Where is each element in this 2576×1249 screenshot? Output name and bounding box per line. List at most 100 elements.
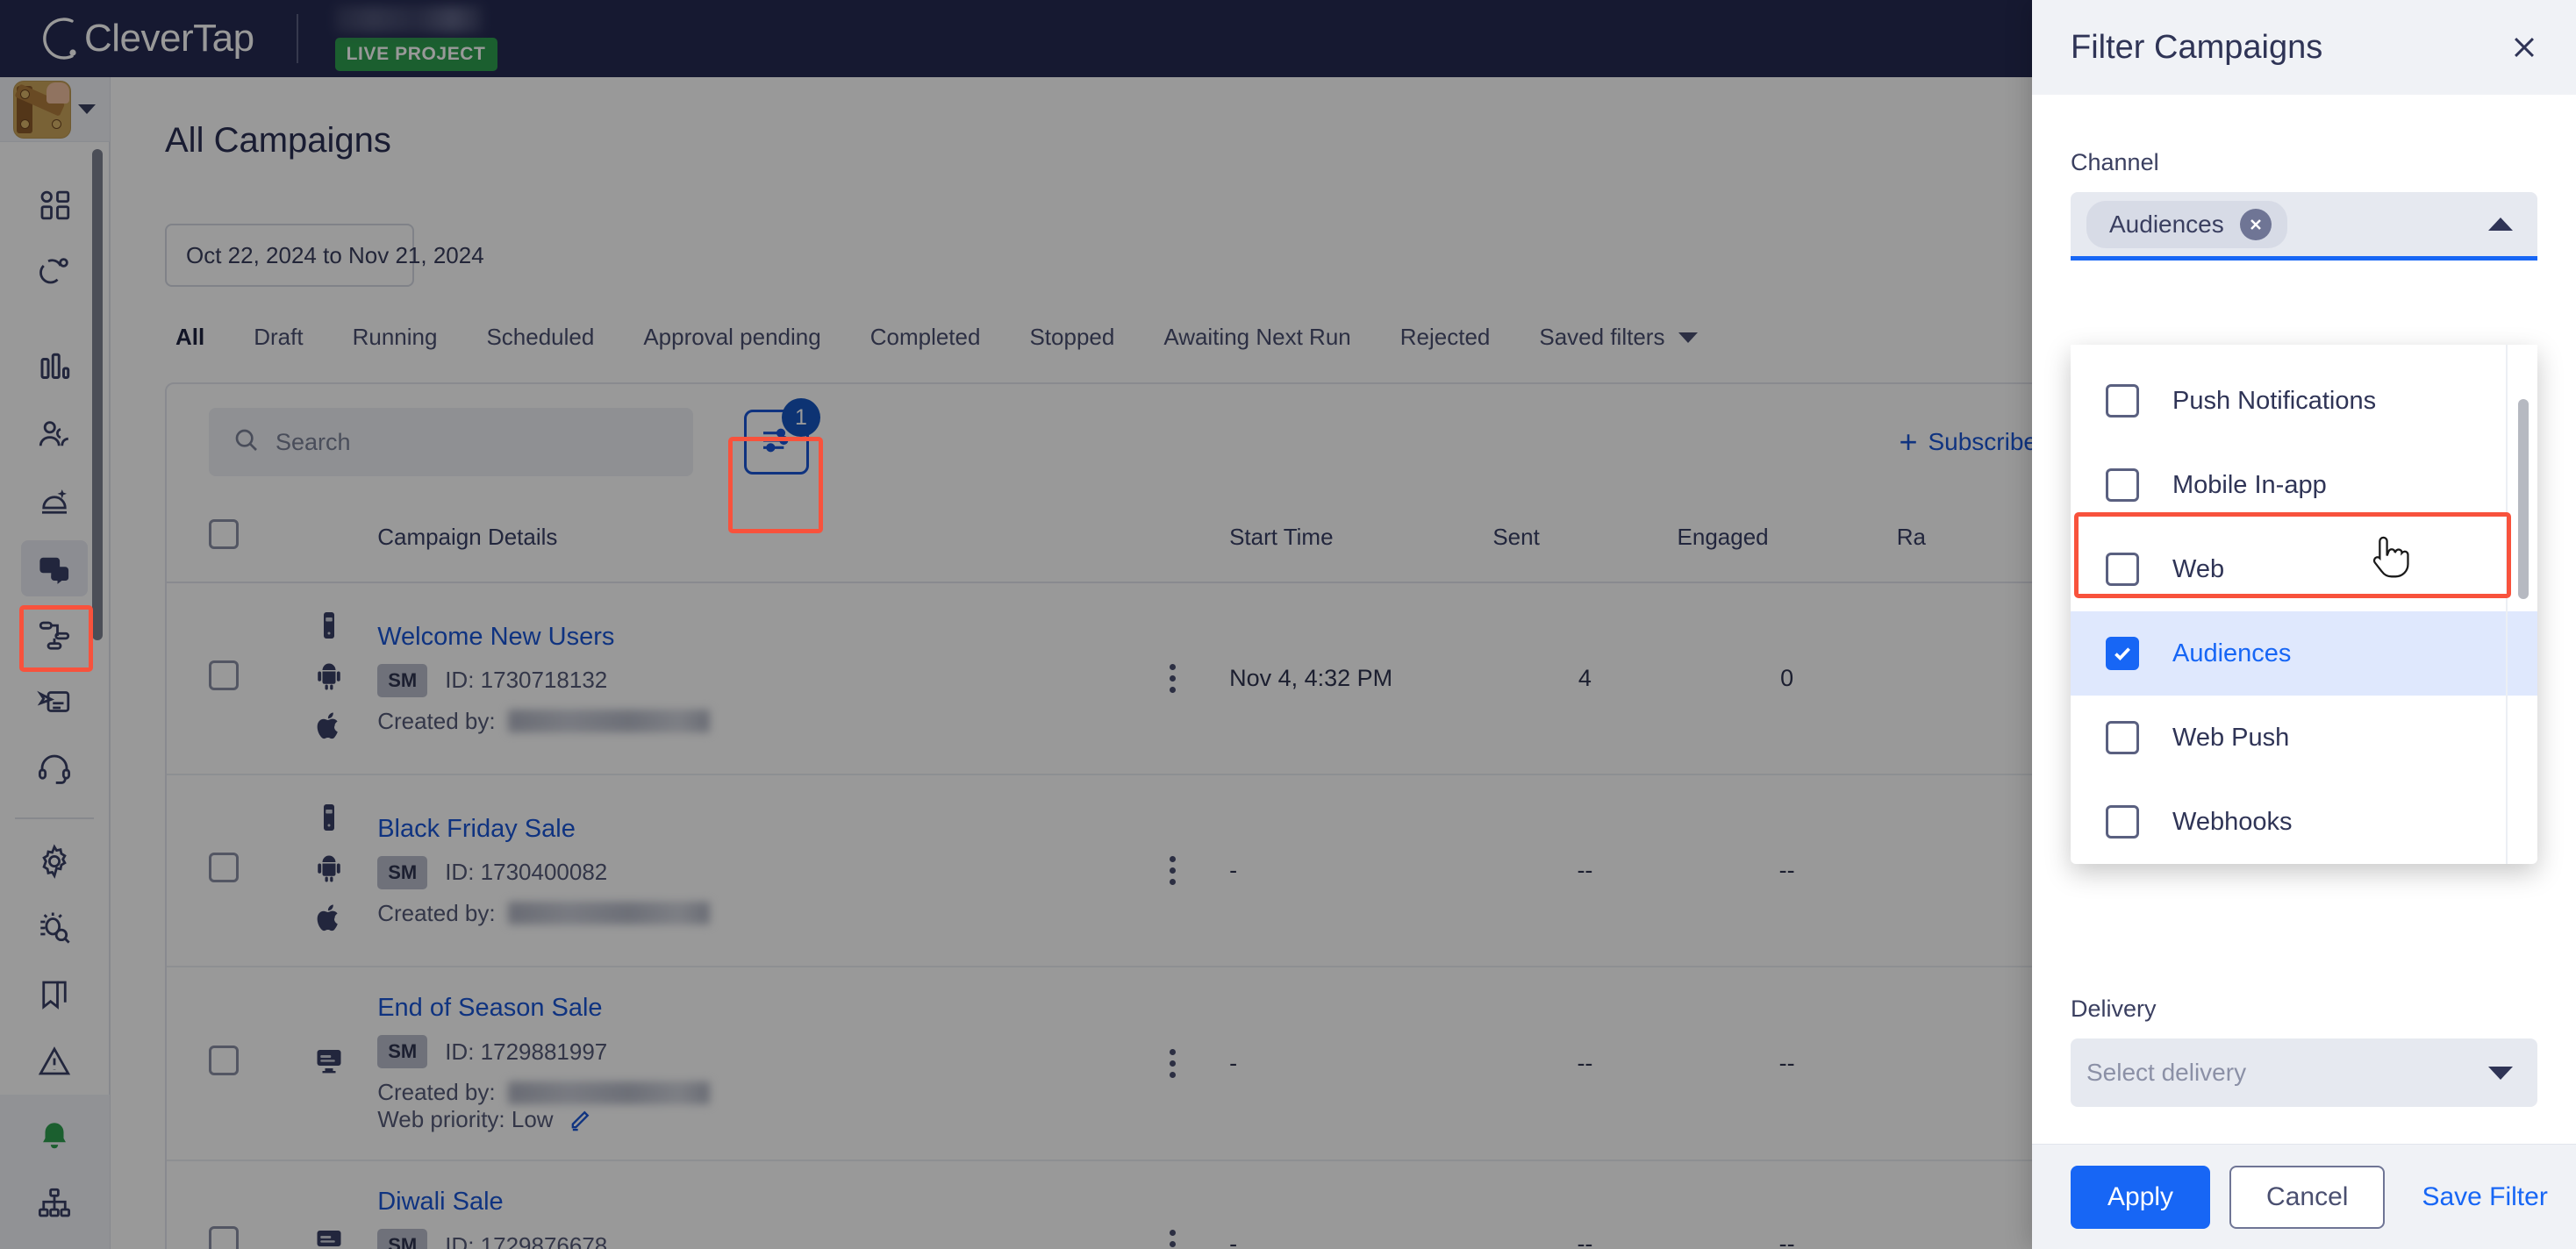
filter-button[interactable]: 1 xyxy=(744,398,820,475)
search-input[interactable]: Search xyxy=(209,408,693,476)
option-checkbox[interactable] xyxy=(2106,384,2139,418)
plus-icon: + xyxy=(1899,424,1918,460)
select-all-checkbox[interactable] xyxy=(209,519,240,549)
campaign-name-link[interactable]: Diwali Sale xyxy=(377,1188,1115,1217)
row-checkbox[interactable] xyxy=(209,853,240,882)
campaign-id: ID: 1729881997 xyxy=(445,1038,608,1065)
sidebar-item-notifications[interactable] xyxy=(21,1109,88,1165)
chevron-down-icon[interactable] xyxy=(78,104,96,114)
channel-select[interactable]: Audiences xyxy=(2071,192,2537,261)
panel-toolbar: Search 1 + Subscribe xyxy=(167,384,2072,500)
saved-filters-dropdown[interactable]: Saved filters xyxy=(1514,324,1722,351)
option-web-push[interactable]: Web Push xyxy=(2071,696,2537,780)
date-range-value: Oct 22, 2024 to Nov 21, 2024 xyxy=(186,241,484,268)
option-checkbox[interactable] xyxy=(2106,468,2139,502)
campaign-type-badge: SM xyxy=(377,1035,428,1068)
tab-awaiting-next-run[interactable]: Awaiting Next Run xyxy=(1139,324,1375,351)
channel-label: Channel xyxy=(2071,149,2159,175)
save-filter-button[interactable]: Save Filter xyxy=(2422,1182,2547,1212)
row-checkbox[interactable] xyxy=(209,1046,240,1075)
row-menu-icon[interactable] xyxy=(1115,856,1229,885)
engaged-header[interactable]: Engaged xyxy=(1677,500,1897,583)
campaign-details-header[interactable]: Campaign Details xyxy=(377,500,1115,583)
created-by: Created by: xyxy=(377,900,1115,927)
sent-header[interactable]: Sent xyxy=(1492,500,1678,583)
table-row[interactable]: Black Friday Sale SM ID: 1730400082 Crea… xyxy=(167,774,2072,967)
app-switcher[interactable] xyxy=(0,77,110,142)
subscribe-button[interactable]: + Subscribe xyxy=(1899,424,2037,460)
created-by-label: Created by: xyxy=(377,899,496,926)
tab-completed[interactable]: Completed xyxy=(846,324,1005,351)
campaign-type-badge: SM xyxy=(377,663,428,697)
delivery-select[interactable]: Select delivery xyxy=(2071,1038,2537,1107)
row-checkbox[interactable] xyxy=(209,1225,240,1249)
option-web[interactable]: Web xyxy=(2071,527,2537,611)
row-engaged: 0 xyxy=(1677,582,1897,775)
row-select-cell xyxy=(167,1160,282,1249)
channel-chip-audiences[interactable]: Audiences xyxy=(2086,200,2287,248)
sidebar-item-settings[interactable] xyxy=(21,833,88,889)
row-select-cell xyxy=(167,774,282,967)
option-checkbox[interactable] xyxy=(2106,553,2139,586)
sidebar-item-journeys[interactable] xyxy=(21,607,88,663)
chevron-up-icon[interactable] xyxy=(2488,218,2513,231)
sidebar-scrollbar[interactable] xyxy=(92,149,103,640)
table-row[interactable]: Welcome New Users SM ID: 1730718132 Crea… xyxy=(167,582,2072,775)
sidebar-item-campaigns[interactable] xyxy=(21,540,88,596)
table-row[interactable]: Diwali Sale SM ID: 1729876678 Created by… xyxy=(167,1160,2072,1249)
campaign-name-link[interactable]: End of Season Sale xyxy=(377,994,1115,1023)
tab-all[interactable]: All xyxy=(165,324,229,351)
row-menu-icon[interactable] xyxy=(1115,664,1229,693)
sidebar-item-alerts[interactable] xyxy=(21,1033,88,1089)
sidebar-item-predictions[interactable] xyxy=(21,474,88,530)
dropdown-scrollbar-thumb[interactable] xyxy=(2518,399,2529,599)
sidebar-item-engagement[interactable] xyxy=(21,244,88,300)
row-details-cell: End of Season Sale SM ID: 1729881997 Cre… xyxy=(377,967,1115,1161)
saved-filters-label: Saved filters xyxy=(1539,324,1665,350)
tab-scheduled[interactable]: Scheduled xyxy=(462,324,619,351)
row-menu-icon[interactable] xyxy=(1115,1229,1229,1249)
option-audiences[interactable]: Audiences xyxy=(2071,611,2537,696)
apply-button[interactable]: Apply xyxy=(2071,1165,2211,1229)
table-row[interactable]: End of Season Sale SM ID: 1729881997 Cre… xyxy=(167,967,2072,1161)
actions-header xyxy=(1114,500,1230,583)
option-mobile-in-app[interactable]: Mobile In-app xyxy=(2071,443,2537,527)
sidebar-item-analytics[interactable] xyxy=(21,340,88,396)
delivery-label: Delivery xyxy=(2071,996,2157,1022)
project-selector[interactable]: LIVE PROJECT xyxy=(334,6,497,71)
option-webhooks[interactable]: Webhooks xyxy=(2071,780,2537,864)
tab-stopped[interactable]: Stopped xyxy=(1005,324,1139,351)
tab-approval-pending[interactable]: Approval pending xyxy=(619,324,845,351)
sidebar-item-dashboards[interactable] xyxy=(21,177,88,233)
start-time-header[interactable]: Start Time xyxy=(1229,500,1493,583)
option-push-notifications[interactable]: Push Notifications xyxy=(2071,359,2537,443)
sidebar-item-bookmarks[interactable] xyxy=(21,967,88,1023)
edit-pencil-icon[interactable] xyxy=(568,1108,592,1132)
option-checkbox[interactable] xyxy=(2106,721,2139,754)
sidebar-item-templates[interactable] xyxy=(21,674,88,730)
cancel-button[interactable]: Cancel xyxy=(2229,1165,2386,1229)
row-menu-icon[interactable] xyxy=(1115,1049,1229,1078)
created-by-redacted xyxy=(507,710,710,732)
tab-draft[interactable]: Draft xyxy=(229,324,327,351)
row-checkbox[interactable] xyxy=(209,660,240,690)
sidebar-item-support[interactable] xyxy=(21,740,88,796)
sidebar-item-org[interactable] xyxy=(21,1175,88,1231)
option-checkbox[interactable] xyxy=(2106,805,2139,839)
sidebar-item-debug[interactable] xyxy=(21,900,88,956)
option-checkbox[interactable] xyxy=(2106,637,2139,670)
created-by-redacted xyxy=(507,902,710,924)
brand-logo[interactable]: CleverTap xyxy=(33,14,254,63)
chip-remove-icon[interactable] xyxy=(2239,208,2272,240)
date-range-picker[interactable]: Oct 22, 2024 to Nov 21, 2024 xyxy=(165,224,503,287)
chevron-down-icon[interactable] xyxy=(2488,1066,2513,1080)
row-details-cell: Welcome New Users SM ID: 1730718132 Crea… xyxy=(377,582,1115,775)
tab-rejected[interactable]: Rejected xyxy=(1376,324,1515,351)
campaign-name-link[interactable]: Black Friday Sale xyxy=(377,815,1115,844)
close-icon[interactable] xyxy=(2509,32,2539,62)
sidebar-item-segments[interactable] xyxy=(21,407,88,463)
campaign-name-link[interactable]: Welcome New Users xyxy=(377,623,1115,652)
tab-running[interactable]: Running xyxy=(328,324,462,351)
search-icon xyxy=(232,425,260,460)
option-label: Push Notifications xyxy=(2172,386,2377,415)
